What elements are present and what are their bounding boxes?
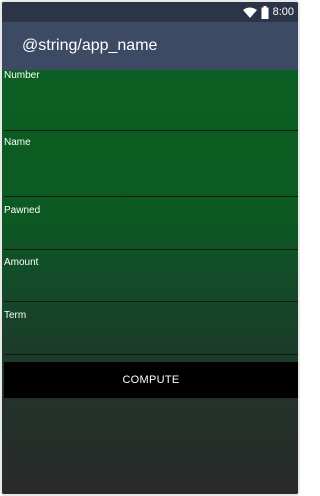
status-time: 8:00 bbox=[272, 6, 294, 18]
form-container: Number Name Pawned Amount Term COMPUTE bbox=[2, 70, 298, 494]
app-title: @string/app_name bbox=[22, 37, 158, 54]
number-label: Number bbox=[4, 70, 40, 81]
amount-input[interactable] bbox=[4, 271, 298, 302]
name-input[interactable] bbox=[4, 162, 298, 197]
term-label: Term bbox=[4, 310, 27, 321]
pawned-label: Pawned bbox=[4, 205, 41, 216]
app-bar: @string/app_name bbox=[2, 22, 298, 70]
amount-field: Amount bbox=[2, 257, 298, 302]
number-input[interactable] bbox=[4, 96, 298, 131]
status-bar: 8:00 bbox=[2, 2, 298, 22]
battery-icon bbox=[261, 5, 269, 19]
phone-screen: 8:00 @string/app_name Number Name Pawned… bbox=[0, 0, 300, 496]
term-input[interactable] bbox=[4, 324, 298, 355]
name-label: Name bbox=[4, 137, 31, 148]
pawned-input[interactable] bbox=[4, 219, 298, 250]
number-field: Number bbox=[2, 70, 298, 131]
wifi-icon bbox=[242, 7, 257, 18]
pawned-field: Pawned bbox=[2, 205, 298, 250]
amount-label: Amount bbox=[4, 257, 39, 268]
compute-button[interactable]: COMPUTE bbox=[4, 362, 298, 398]
term-field: Term bbox=[2, 310, 298, 355]
name-field: Name bbox=[2, 137, 298, 197]
